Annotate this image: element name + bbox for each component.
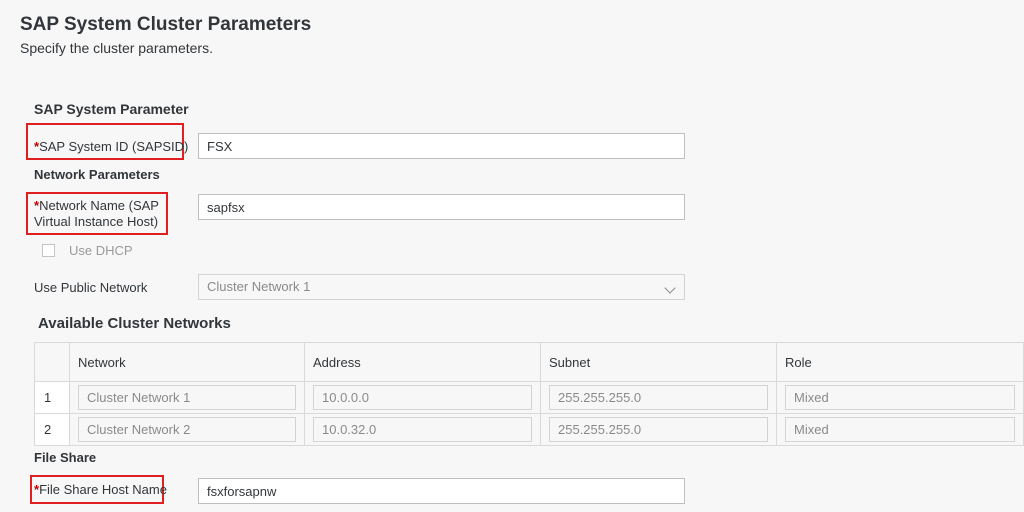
chevron-down-icon[interactable] (664, 282, 676, 294)
cluster-networks-section-title: Available Cluster Networks (38, 315, 231, 332)
use-dhcp-checkbox[interactable] (42, 244, 55, 257)
network-name-label: *Network Name (SAP Virtual Instance Host… (34, 198, 159, 229)
role-cell: Mixed (785, 417, 1015, 442)
network-cell: Cluster Network 2 (78, 417, 296, 442)
page-title: SAP System Cluster Parameters (20, 14, 312, 35)
address-cell: 10.0.0.0 (313, 385, 532, 410)
sapsid-label: *SAP System ID (SAPSID) (34, 139, 189, 154)
public-network-value: Cluster Network 1 (207, 279, 311, 294)
public-network-select[interactable]: Cluster Network 1 (198, 274, 685, 300)
address-cell: 10.0.32.0 (313, 417, 532, 442)
subnet-cell: 255.255.255.0 (549, 385, 768, 410)
network-cell: Cluster Network 1 (78, 385, 296, 410)
page-subtitle: Specify the cluster parameters. (20, 40, 213, 56)
file-share-section-title: File Share (34, 450, 97, 465)
file-share-host-label: *File Share Host Name (34, 482, 167, 497)
sap-system-section-title: SAP System Parameter (34, 101, 189, 117)
table-row[interactable]: 2 Cluster Network 2 10.0.32.0 255.255.25… (34, 413, 1024, 446)
column-header-index (34, 342, 70, 382)
public-network-label: Use Public Network (34, 280, 148, 295)
file-share-host-input[interactable] (198, 478, 685, 504)
subnet-cell: 255.255.255.0 (549, 417, 768, 442)
network-name-input[interactable] (198, 194, 685, 220)
column-header-network[interactable]: Network (69, 342, 305, 382)
sapsid-input[interactable] (198, 133, 685, 159)
column-header-role[interactable]: Role (776, 342, 1024, 382)
row-index: 1 (34, 381, 70, 414)
role-cell: Mixed (785, 385, 1015, 410)
use-dhcp-label: Use DHCP (69, 243, 133, 258)
table-header-row: Network Address Subnet Role (34, 342, 1024, 382)
column-header-address[interactable]: Address (304, 342, 541, 382)
column-header-subnet[interactable]: Subnet (540, 342, 777, 382)
row-index: 2 (34, 413, 70, 446)
cluster-networks-table: Network Address Subnet Role 1 Cluster Ne… (34, 342, 1024, 446)
network-section-title: Network Parameters (34, 167, 160, 182)
table-row[interactable]: 1 Cluster Network 1 10.0.0.0 255.255.255… (34, 381, 1024, 414)
